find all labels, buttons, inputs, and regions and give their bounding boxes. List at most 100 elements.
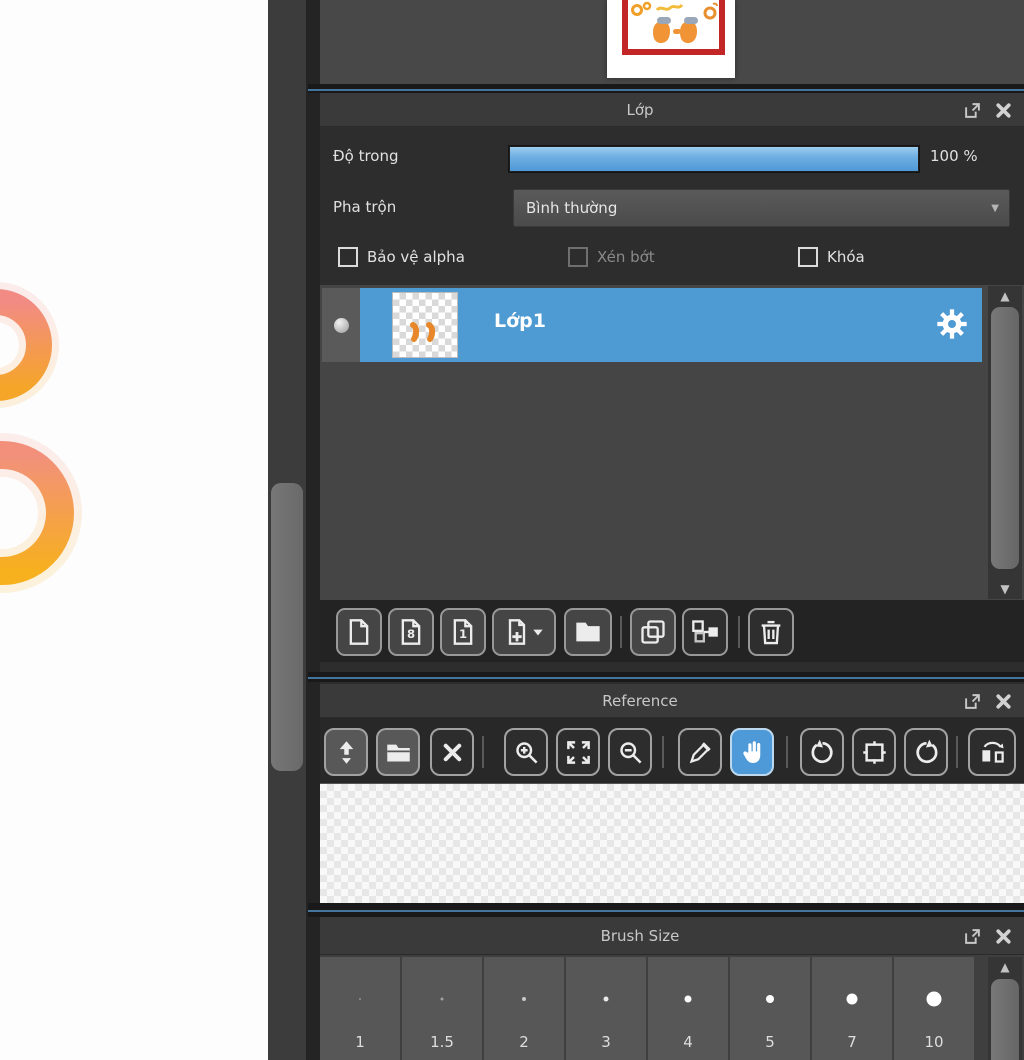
brush-dot-icon	[440, 997, 444, 1001]
fit-view-button[interactable]	[556, 728, 600, 776]
blend-mode-select[interactable]: Bình thường ▼	[513, 189, 1010, 227]
protect-alpha-checkbox[interactable]	[338, 247, 358, 267]
color-picker-button[interactable]	[678, 728, 722, 776]
new-1bit-layer-button[interactable]: 1	[440, 608, 486, 656]
brush-size-option-4[interactable]: 4	[648, 957, 728, 1060]
brush-size-label: 2	[519, 1033, 529, 1051]
drawing-canvas[interactable]	[0, 0, 268, 1060]
divider-drag-handle[interactable]	[271, 483, 303, 771]
close-icon[interactable]	[994, 692, 1013, 711]
brush-size-option-3[interactable]: 3	[566, 957, 646, 1060]
brush-dot-icon	[846, 993, 858, 1005]
separator-blue-line	[308, 677, 1024, 679]
brush-size-label: 1	[355, 1033, 365, 1051]
layer-visibility-toggle[interactable]	[322, 288, 360, 362]
toolbar-separator	[662, 736, 664, 768]
brush-grid-scrollbar[interactable]: ▲	[988, 957, 1022, 1060]
lock-label: Khóa	[827, 248, 865, 266]
toolbar-separator	[956, 736, 958, 768]
new-layer-button[interactable]	[336, 608, 382, 656]
layer-list-scrollbar[interactable]: ▲ ▼	[988, 286, 1022, 599]
panel-edge-strip	[306, 0, 320, 1060]
clear-button[interactable]	[430, 728, 474, 776]
brush-size-label: 4	[683, 1033, 693, 1051]
scroll-up-icon[interactable]: ▲	[988, 959, 1022, 975]
canvas-artwork	[0, 282, 82, 593]
opacity-value: 100 %	[930, 147, 978, 165]
brush-panel-title: Brush Size	[600, 927, 680, 945]
lock-checkbox[interactable]	[798, 247, 818, 267]
brush-size-option-10[interactable]: 10	[894, 957, 974, 1060]
new-folder-button[interactable]	[564, 608, 612, 656]
opacity-slider-fill	[510, 147, 918, 171]
layer-panel-header: Lớp	[320, 93, 1024, 127]
opacity-label: Độ trong	[333, 147, 399, 165]
gear-icon[interactable]	[936, 308, 968, 340]
opacity-slider[interactable]	[508, 145, 920, 173]
navigator-view-frame	[622, 0, 725, 55]
visibility-dot-icon	[333, 317, 349, 333]
merge-layer-button[interactable]	[682, 608, 728, 656]
popout-icon[interactable]	[963, 692, 982, 711]
layer-panel-title: Lớp	[626, 101, 654, 119]
flip-view-button[interactable]	[968, 728, 1016, 776]
blend-label: Pha trộn	[333, 198, 397, 216]
zoom-out-button[interactable]	[608, 728, 652, 776]
duplicate-layer-button[interactable]	[630, 608, 676, 656]
add-layer-dropdown-button[interactable]	[492, 608, 556, 656]
blend-mode-value: Bình thường	[526, 199, 618, 217]
brush-size-option-7[interactable]: 7	[812, 957, 892, 1060]
navigator-thumbnail[interactable]	[607, 0, 735, 78]
rotate-ccw-button[interactable]	[800, 728, 844, 776]
layer-list[interactable]: Lớp1 ▲ ▼	[320, 285, 1024, 600]
scrollbar-thumb[interactable]	[991, 979, 1019, 1060]
reset-view-button[interactable]	[852, 728, 896, 776]
brush-size-label: 10	[924, 1033, 944, 1051]
panel-divider	[268, 0, 306, 1060]
chevron-down-icon: ▼	[991, 203, 999, 214]
brush-dot-icon	[684, 995, 692, 1003]
new-8bit-layer-button[interactable]: 8	[388, 608, 434, 656]
brush-size-label: 1.5	[430, 1033, 454, 1051]
brush-size-grid: 1 1.5 2 3 4 5 7 10 ▲	[320, 955, 1024, 1060]
brush-size-label: 5	[765, 1033, 775, 1051]
protect-alpha-label: Bảo vệ alpha	[367, 248, 465, 266]
brush-dot-icon	[603, 996, 609, 1002]
scrollbar-thumb[interactable]	[991, 307, 1019, 569]
toolbar-separator	[620, 616, 622, 648]
scroll-down-icon[interactable]: ▼	[988, 581, 1022, 597]
toolbar-separator	[738, 616, 740, 648]
reference-toolbar	[320, 718, 1024, 783]
reference-panel-header: Reference	[320, 684, 1024, 718]
import-image-button[interactable]	[324, 728, 368, 776]
layer-row-selected[interactable]: Lớp1	[322, 288, 982, 362]
svg-text:1: 1	[459, 627, 467, 641]
brush-size-option-1[interactable]: 1	[320, 957, 400, 1060]
reference-panel-title: Reference	[602, 692, 678, 710]
zoom-in-button[interactable]	[504, 728, 548, 776]
close-icon[interactable]	[994, 101, 1013, 120]
reference-preview-area[interactable]	[320, 783, 1024, 903]
open-folder-button[interactable]	[376, 728, 420, 776]
layer-toolbar: 8 1	[320, 600, 1024, 662]
popout-icon[interactable]	[963, 101, 982, 120]
close-icon[interactable]	[994, 927, 1013, 946]
brush-dot-icon	[522, 997, 526, 1001]
separator-blue-line	[308, 89, 1024, 91]
navigator-panel	[320, 0, 1024, 84]
brush-dot-icon	[926, 991, 942, 1007]
delete-layer-button[interactable]	[748, 608, 794, 656]
rotate-cw-button[interactable]	[904, 728, 948, 776]
brush-size-option-5[interactable]: 5	[730, 957, 810, 1060]
layer-thumbnail	[392, 292, 458, 358]
toolbar-separator	[482, 736, 484, 768]
scroll-up-icon[interactable]: ▲	[988, 288, 1022, 304]
brush-size-option-1-5[interactable]: 1.5	[402, 957, 482, 1060]
brush-panel-header: Brush Size	[320, 917, 1024, 955]
brush-size-label: 7	[847, 1033, 857, 1051]
svg-text:8: 8	[407, 627, 415, 641]
popout-icon[interactable]	[963, 927, 982, 946]
hand-tool-button[interactable]	[730, 728, 774, 776]
toolbar-separator	[786, 736, 788, 768]
brush-size-option-2[interactable]: 2	[484, 957, 564, 1060]
